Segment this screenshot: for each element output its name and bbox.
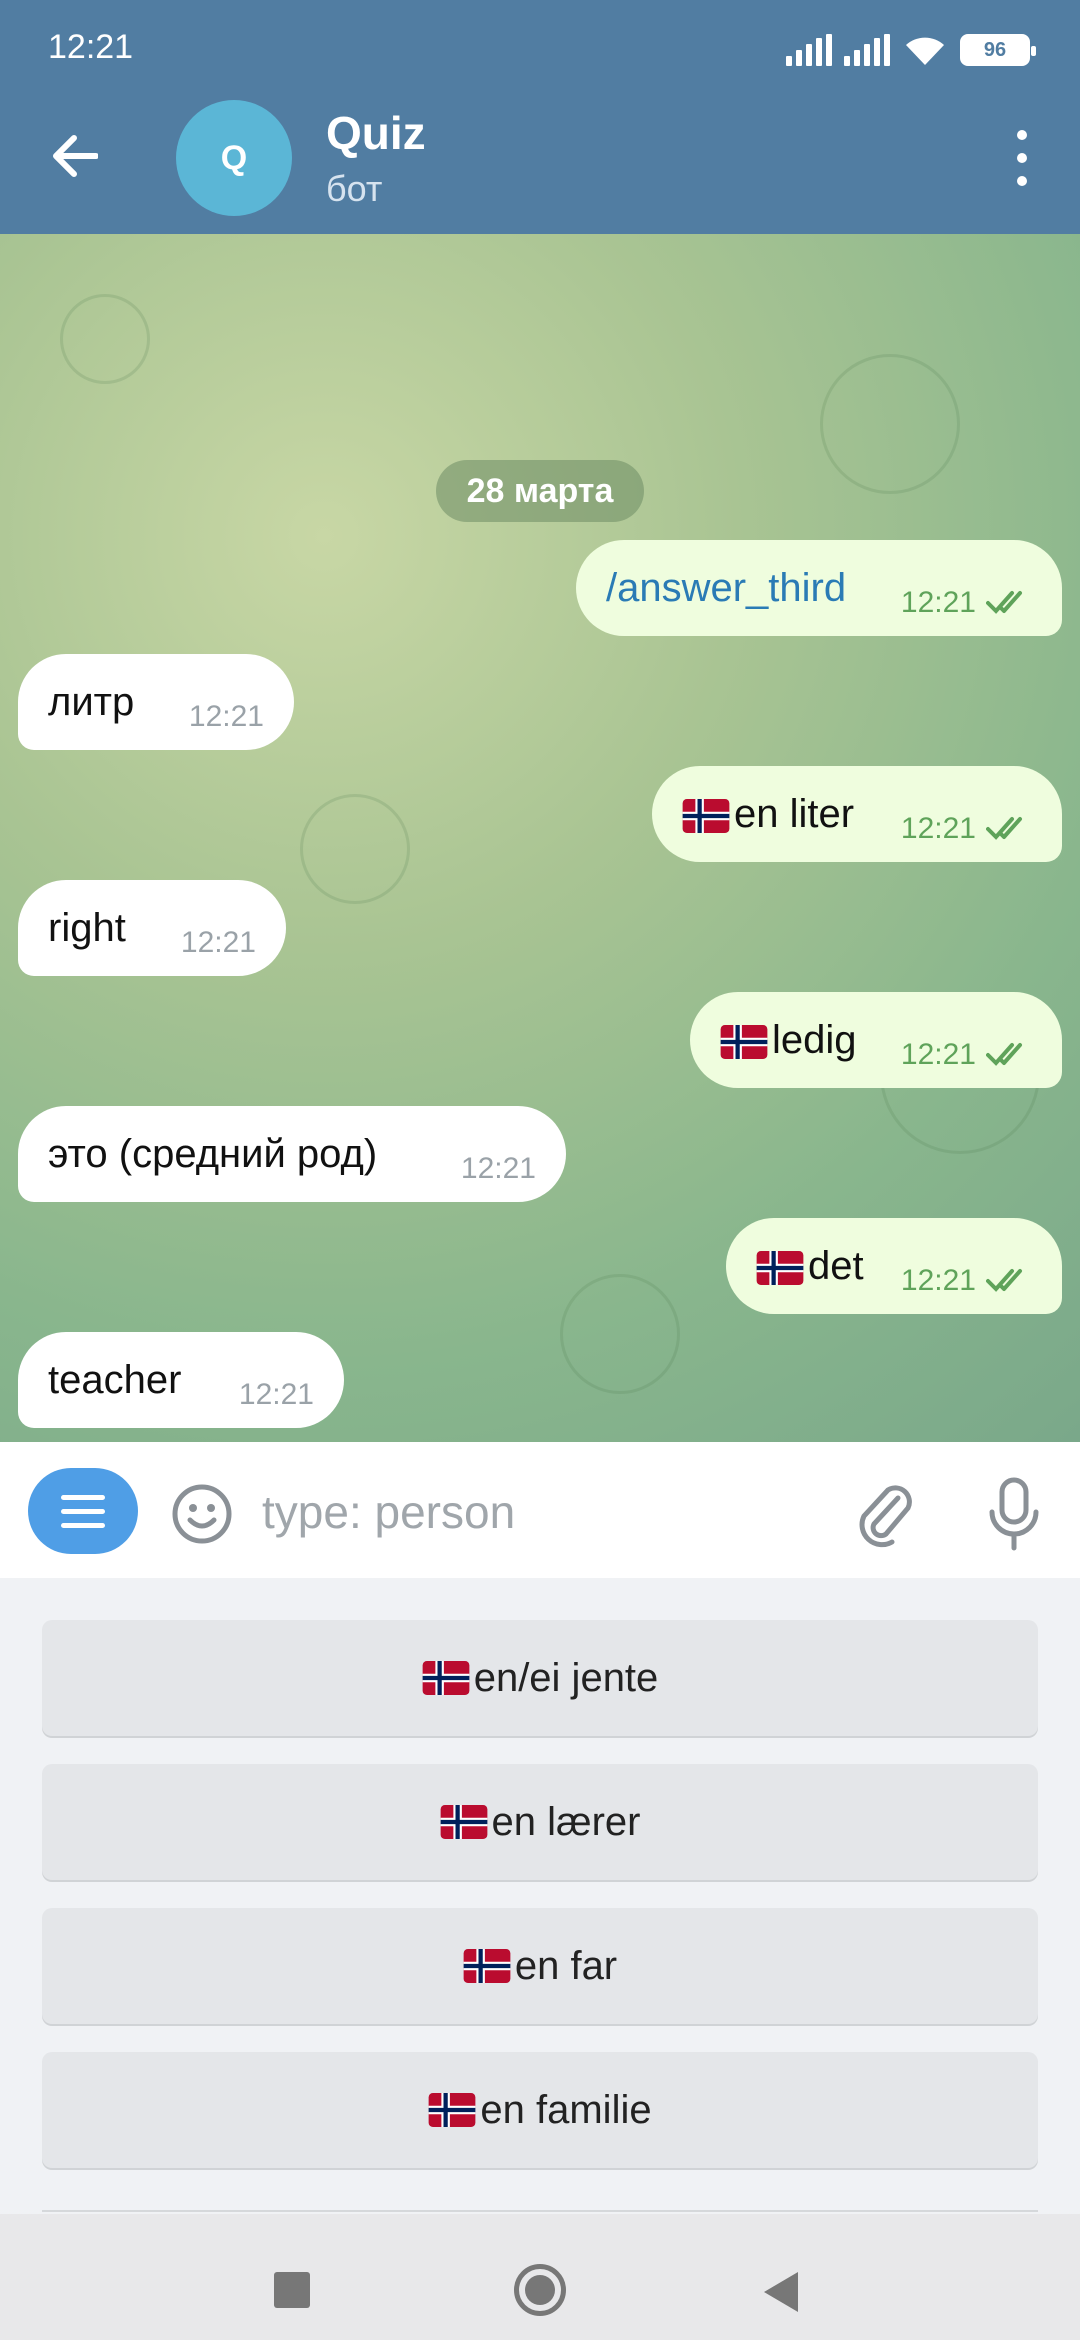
- message-time: 12:21: [900, 1264, 976, 1297]
- avatar[interactable]: Q: [176, 100, 292, 216]
- bot-reply-keyboard: en/ei jente en lærer en far en familie: [0, 1578, 1080, 2214]
- read-checks-icon: [986, 1043, 1022, 1066]
- reply-button-label: en familie: [480, 2087, 652, 2132]
- message-bubble-incoming[interactable]: teacher 12:21: [18, 1332, 344, 1428]
- message-text: right: [48, 905, 126, 950]
- paperclip-icon[interactable]: [852, 1478, 916, 1548]
- status-time: 12:21: [48, 28, 134, 66]
- norway-flag-icon: [756, 1250, 804, 1285]
- signal-icon: [844, 34, 890, 66]
- smile-icon[interactable]: [170, 1482, 234, 1546]
- message-input[interactable]: [262, 1472, 822, 1552]
- home-button[interactable]: [514, 2264, 566, 2316]
- keyboard-divider: [42, 2210, 1038, 2212]
- telegram-chat-screen: 12:21 96 Q Quiz бот 28 марта /answer_thi…: [0, 0, 1080, 2340]
- wallpaper-doodle: [300, 794, 410, 904]
- read-checks-icon: [986, 591, 1022, 614]
- chat-subtitle: бот: [326, 168, 383, 209]
- message-time: 12:21: [238, 1378, 314, 1411]
- reply-button[interactable]: en lærer: [42, 1764, 1038, 1880]
- message-time: 12:21: [900, 812, 976, 845]
- more-vertical-icon[interactable]: [1002, 130, 1042, 186]
- message-text: ledig: [720, 1018, 877, 1063]
- signal-icon: [786, 34, 832, 66]
- avatar-letter: Q: [220, 138, 248, 177]
- message-time: 12:21: [900, 586, 976, 619]
- norway-flag-icon: [682, 798, 730, 833]
- system-nav-bar: [0, 2214, 1080, 2340]
- reply-button-label: en lærer: [491, 1799, 641, 1844]
- message-time: 12:21: [188, 700, 264, 733]
- chat-history[interactable]: 28 марта /answer_third 12:21 литр 12:21 …: [0, 234, 1080, 1442]
- message-bubble-incoming[interactable]: right 12:21: [18, 880, 286, 976]
- message-bubble-incoming[interactable]: литр 12:21: [18, 654, 294, 750]
- message-composer: [0, 1442, 1080, 1578]
- read-checks-icon: [986, 1269, 1022, 1292]
- norway-flag-icon: [720, 1024, 768, 1059]
- message-label: det: [808, 1243, 864, 1288]
- message-time: 12:21: [900, 1038, 976, 1071]
- arrow-left-icon: [53, 135, 98, 177]
- battery-icon: 96: [960, 34, 1036, 66]
- reply-button-label: en/ei jente: [473, 1655, 659, 1700]
- message-bubble-outgoing[interactable]: /answer_third 12:21: [576, 540, 1062, 636]
- bot-menu-button[interactable]: [28, 1468, 138, 1554]
- wallpaper-doodle: [560, 1274, 680, 1394]
- message-bubble-incoming[interactable]: это (средний род) 12:21: [18, 1106, 566, 1202]
- wallpaper-doodle: [60, 294, 150, 384]
- message-label: en liter: [734, 791, 855, 836]
- message-text[interactable]: /answer_third: [606, 566, 877, 611]
- chat-title[interactable]: Quiz: [326, 106, 426, 160]
- back-button[interactable]: [44, 126, 104, 186]
- norway-flag-icon: [440, 1805, 487, 1839]
- message-text: это (средний род): [48, 1131, 378, 1176]
- message-bubble-outgoing[interactable]: ledig 12:21: [690, 992, 1062, 1088]
- wallpaper-doodle: [820, 354, 960, 494]
- back-nav-button[interactable]: [764, 2272, 798, 2312]
- message-bubble-outgoing[interactable]: det 12:21: [726, 1218, 1062, 1314]
- recents-button[interactable]: [274, 2272, 310, 2308]
- status-icons: 96: [786, 30, 1036, 70]
- wifi-icon: [906, 37, 944, 65]
- message-text: en liter: [682, 792, 877, 837]
- reply-button[interactable]: en/ei jente: [42, 1620, 1038, 1736]
- microphone-icon[interactable]: [984, 1476, 1044, 1552]
- message-time: 12:21: [460, 1152, 536, 1185]
- reply-button[interactable]: en familie: [42, 2052, 1038, 2168]
- reply-button[interactable]: en far: [42, 1908, 1038, 2024]
- reply-button-label: en far: [514, 1943, 618, 1988]
- message-time: 12:21: [180, 926, 256, 959]
- message-label: ledig: [772, 1017, 857, 1062]
- read-checks-icon: [986, 817, 1022, 840]
- message-text: det: [756, 1244, 877, 1289]
- message-text: литр: [48, 679, 135, 724]
- norway-flag-icon: [429, 2093, 476, 2127]
- date-separator: 28 марта: [436, 460, 644, 522]
- battery-level: 96: [983, 38, 1007, 61]
- norway-flag-icon: [422, 1661, 470, 1695]
- chat-header: 12:21 96 Q Quiz бот: [0, 0, 1080, 234]
- message-bubble-outgoing[interactable]: en liter 12:21: [652, 766, 1062, 862]
- norway-flag-icon: [463, 1949, 511, 1983]
- message-text: teacher: [48, 1357, 182, 1402]
